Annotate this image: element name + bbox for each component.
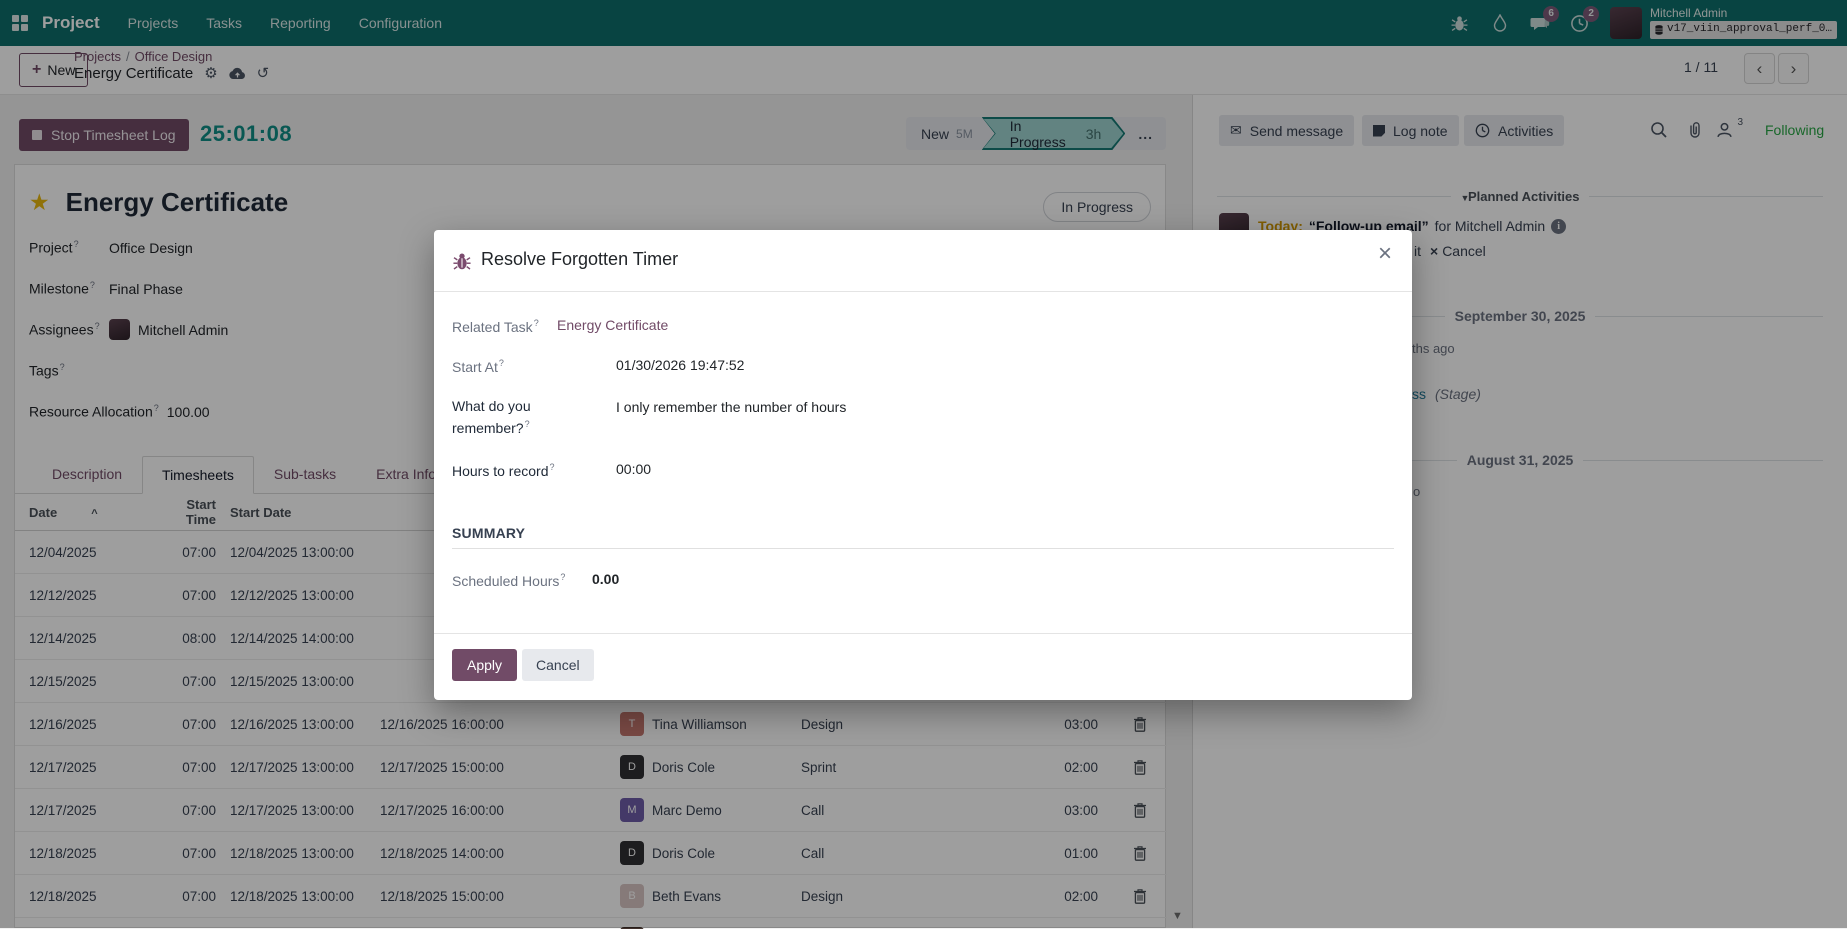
scheduled-hours-value: 0.00 [592, 571, 619, 587]
related-task-link[interactable]: Energy Certificate [557, 317, 668, 333]
close-icon: × [1378, 240, 1392, 267]
hours-to-record-label: Hours to record? [452, 461, 592, 483]
what-do-you-remember-label: What do you remember?? [452, 396, 572, 439]
apply-button[interactable]: Apply [452, 649, 517, 681]
footer-divider [434, 633, 1412, 634]
scheduled-hours-label: Scheduled Hours? [452, 571, 592, 593]
dialog-header: Resolve Forgotten Timer × [434, 230, 1412, 292]
start-at-input[interactable]: 01/30/2026 19:47:52 [616, 357, 744, 373]
hours-to-record-input[interactable]: 00:00 [616, 461, 651, 477]
what-do-you-remember-select[interactable]: I only remember the number of hours [616, 399, 846, 415]
close-dialog-button[interactable]: × [1378, 242, 1392, 266]
summary-divider [452, 548, 1394, 549]
cancel-button[interactable]: Cancel [522, 649, 594, 681]
dialog-title: Resolve Forgotten Timer [481, 249, 678, 270]
summary-heading: SUMMARY [452, 525, 525, 541]
bug-icon [453, 251, 471, 271]
resolve-forgotten-timer-dialog: Resolve Forgotten Timer × Related Task? … [434, 230, 1412, 700]
start-at-label: Start At? [452, 357, 592, 379]
